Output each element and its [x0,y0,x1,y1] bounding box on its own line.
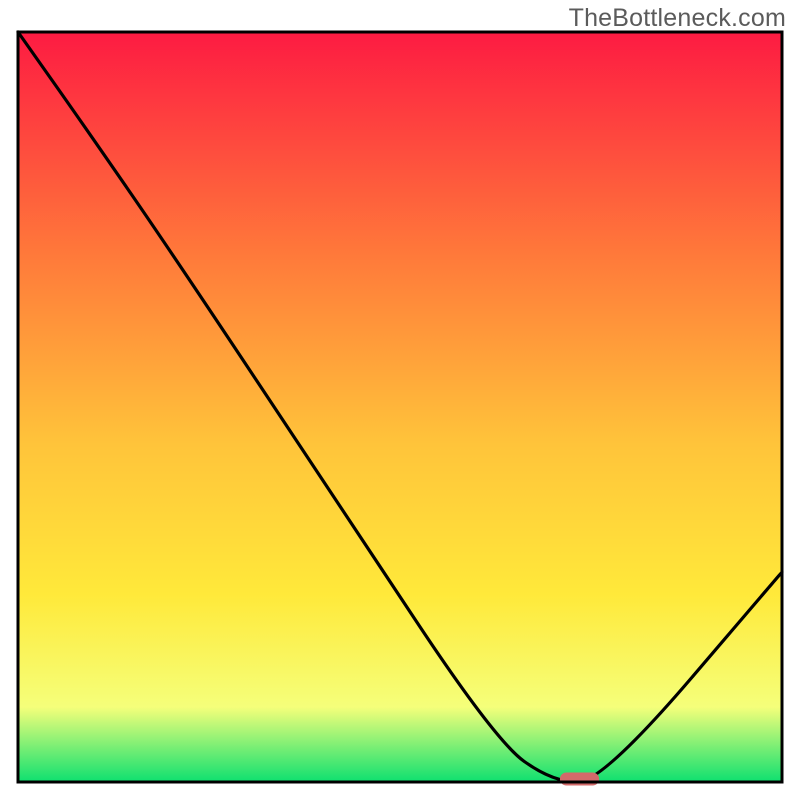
bottleneck-chart [0,0,800,800]
plot-background [18,32,782,782]
